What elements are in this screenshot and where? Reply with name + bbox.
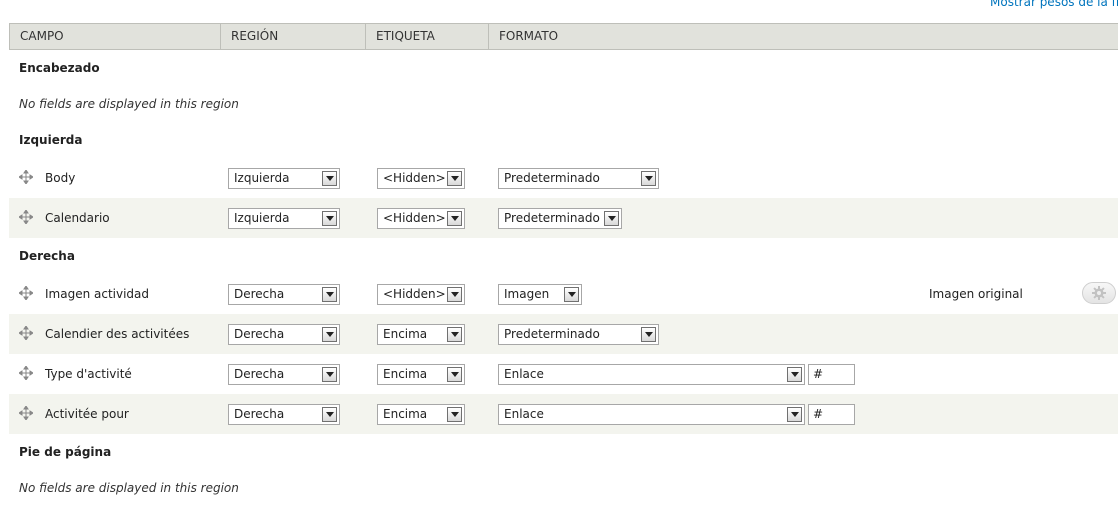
region-title-encabezado: Encabezado (19, 61, 100, 75)
region-select-value: Izquierda (234, 211, 290, 225)
region-select[interactable]: Derecha (228, 284, 340, 305)
format-select-value: Enlace (504, 407, 544, 421)
label-select[interactable]: <Hidden> (377, 284, 465, 305)
extra-input[interactable]: # (808, 404, 855, 425)
label-select-value: Encima (383, 327, 428, 341)
label-select[interactable]: Encima (377, 404, 465, 425)
region-select[interactable]: Derecha (228, 404, 340, 425)
chevron-down-icon (447, 287, 462, 302)
region-empty-pie: No fields are displayed in this region (19, 481, 239, 495)
format-summary: Imagen original (929, 287, 1023, 301)
header-etiqueta: ETIQUETA (365, 24, 488, 49)
label-select[interactable]: Encima (377, 324, 465, 345)
region-select-value: Derecha (234, 327, 285, 341)
region-empty-encabezado: No fields are displayed in this region (19, 97, 239, 111)
region-title-izquierda: Izquierda (19, 133, 83, 147)
gear-icon (1092, 286, 1106, 300)
region-select[interactable]: Derecha (228, 324, 340, 345)
table-row: Calendier des activitées Derecha Encima … (9, 314, 1118, 354)
field-name: Calendier des activitées (45, 327, 190, 341)
label-select-value: Encima (383, 367, 428, 381)
format-select-value: Predeterminado (504, 211, 600, 225)
region-select-value: Derecha (234, 367, 285, 381)
chevron-down-icon (447, 407, 462, 422)
region-select-value: Derecha (234, 407, 285, 421)
show-row-weights-link[interactable]: Mostrar pesos de la fila (990, 0, 1118, 14)
label-select[interactable]: Encima (377, 364, 465, 385)
drag-handle-icon[interactable] (18, 325, 34, 341)
field-name: Body (45, 171, 76, 185)
format-select-value: Imagen (504, 287, 550, 301)
chevron-down-icon (322, 407, 337, 422)
chevron-down-icon (641, 171, 656, 186)
region-select[interactable]: Derecha (228, 364, 340, 385)
label-select-value: <Hidden> (383, 171, 446, 185)
field-name: Imagen actividad (45, 287, 150, 301)
extra-input[interactable]: # (808, 364, 855, 385)
chevron-down-icon (322, 171, 337, 186)
drag-handle-icon[interactable] (18, 285, 34, 301)
format-select[interactable]: Imagen (498, 284, 582, 305)
format-select[interactable]: Enlace (498, 404, 805, 425)
chevron-down-icon (447, 171, 462, 186)
chevron-down-icon (787, 407, 802, 422)
chevron-down-icon (322, 287, 337, 302)
header-region: REGIÓN (220, 24, 365, 49)
fields-table: CAMPO REGIÓN ETIQUETA FORMATO Encabezado… (9, 23, 1118, 506)
chevron-down-icon (322, 367, 337, 382)
chevron-down-icon (447, 211, 462, 226)
table-header: CAMPO REGIÓN ETIQUETA FORMATO (9, 23, 1118, 50)
table-row: Type d'activité Derecha Encima Enlace # (9, 354, 1118, 394)
drag-handle-icon[interactable] (18, 169, 34, 185)
chevron-down-icon (787, 367, 802, 382)
region-select-value: Izquierda (234, 171, 290, 185)
format-settings-button[interactable] (1082, 282, 1116, 304)
format-select[interactable]: Predeterminado (498, 324, 659, 345)
table-row: Body Izquierda <Hidden> Predeterminado (9, 158, 1118, 198)
label-select-value: <Hidden> (383, 211, 446, 225)
format-select-value: Predeterminado (504, 171, 600, 185)
field-name: Calendario (45, 211, 110, 225)
chevron-down-icon (447, 367, 462, 382)
format-select-value: Enlace (504, 367, 544, 381)
format-select[interactable]: Predeterminado (498, 168, 659, 189)
table-row: Calendario Izquierda <Hidden> Predetermi… (9, 198, 1118, 238)
table-row: Imagen actividad Derecha <Hidden> Imagen… (9, 274, 1118, 314)
format-select[interactable]: Enlace (498, 364, 805, 385)
table-row: Activitée pour Derecha Encima Enlace # (9, 394, 1118, 434)
drag-handle-icon[interactable] (18, 209, 34, 225)
drag-handle-icon[interactable] (18, 365, 34, 381)
region-select[interactable]: Izquierda (228, 208, 340, 229)
chevron-down-icon (447, 327, 462, 342)
region-select[interactable]: Izquierda (228, 168, 340, 189)
label-select[interactable]: <Hidden> (377, 208, 465, 229)
chevron-down-icon (322, 211, 337, 226)
format-select-value: Predeterminado (504, 327, 600, 341)
field-name: Activitée pour (45, 407, 129, 421)
header-campo: CAMPO (20, 29, 64, 43)
chevron-down-icon (322, 327, 337, 342)
field-name: Type d'activité (45, 367, 132, 381)
region-title-derecha: Derecha (19, 249, 75, 263)
format-select[interactable]: Predeterminado (498, 208, 622, 229)
chevron-down-icon (564, 287, 579, 302)
label-select-value: <Hidden> (383, 287, 446, 301)
header-formato: FORMATO (488, 24, 1118, 49)
chevron-down-icon (604, 211, 619, 226)
chevron-down-icon (641, 327, 656, 342)
region-title-pie: Pie de página (19, 445, 112, 459)
label-select-value: Encima (383, 407, 428, 421)
drag-handle-icon[interactable] (18, 405, 34, 421)
region-select-value: Derecha (234, 287, 285, 301)
label-select[interactable]: <Hidden> (377, 168, 465, 189)
